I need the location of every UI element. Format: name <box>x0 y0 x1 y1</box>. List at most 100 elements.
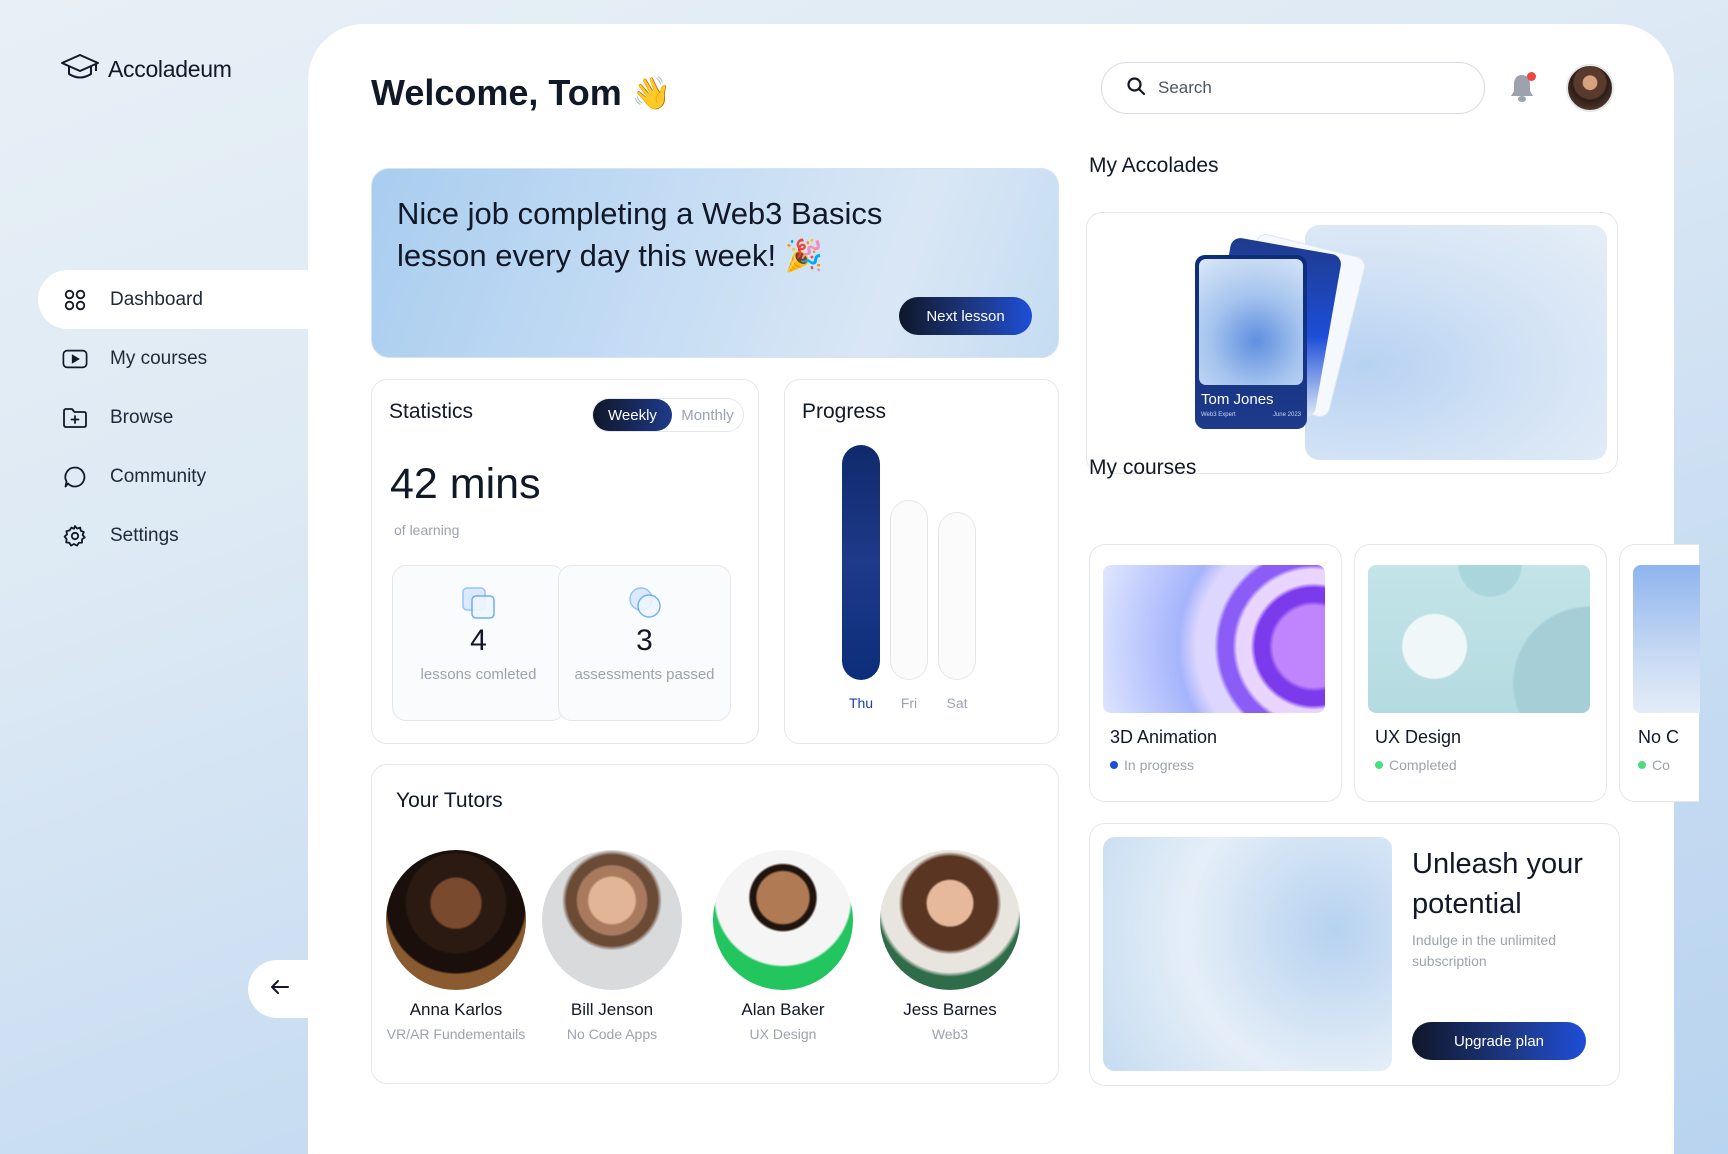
play-icon <box>62 346 88 372</box>
toggle-monthly[interactable]: Monthly <box>672 399 743 431</box>
tutors-title: Your Tutors <box>396 789 503 812</box>
course-status-text: Co <box>1652 757 1670 773</box>
user-avatar[interactable] <box>1566 64 1614 112</box>
statistics-card: Statistics Weekly Monthly 42 mins of lea… <box>371 379 759 744</box>
tutor-name: Anna Karlos <box>409 1000 503 1019</box>
lessons-completed-card: 4 lessons comleted <box>392 565 565 721</box>
collapse-sidebar-button[interactable] <box>248 960 312 1018</box>
accolade-card-role: Web3 Expert <box>1201 412 1236 418</box>
upgrade-plan-button[interactable]: Upgrade plan <box>1412 1022 1586 1060</box>
streak-banner: Nice job completing a Web3 Basics lesson… <box>371 168 1059 358</box>
status-dot <box>1110 761 1118 769</box>
tutor-photo <box>542 850 682 990</box>
learning-minutes: 42 mins <box>390 460 541 508</box>
sidebar-item-browse[interactable]: Browse <box>38 388 308 447</box>
progress-bar-fri <box>890 500 928 680</box>
tutor-bill-jenson[interactable]: Bill Jenson No Code Apps <box>532 850 692 1042</box>
course-card-3d-animation[interactable]: 3D Animation In progress <box>1089 544 1342 802</box>
assessments-passed-card: 3 assessments passed <box>558 565 731 721</box>
learning-minutes-label: of learning <box>394 522 460 538</box>
progress-day-label: Fri <box>900 695 918 711</box>
course-status-text: Completed <box>1389 757 1457 773</box>
chat-bubble-icon <box>62 464 88 490</box>
sidebar-item-label: Browse <box>110 406 174 428</box>
brand-name: Accoladeum <box>108 56 232 82</box>
progress-card: Progress Thu Fri Sat <box>784 379 1059 744</box>
statistics-title: Statistics <box>389 400 474 423</box>
welcome-text: Welcome, Tom <box>371 72 622 113</box>
course-status: Completed <box>1375 757 1457 773</box>
course-status: Co <box>1638 757 1670 773</box>
progress-day-label: Sat <box>946 695 968 711</box>
accolade-card-date: June 2023 <box>1272 412 1301 418</box>
course-status: In progress <box>1110 757 1194 773</box>
progress-bar-sat <box>938 512 976 680</box>
brand-logo[interactable]: Accoladeum <box>60 52 232 87</box>
course-thumbnail <box>1633 565 1700 713</box>
upgrade-card: Unleash your potential Indulge in the un… <box>1089 823 1620 1086</box>
accolade-card-name: Tom Jones <box>1201 391 1274 408</box>
course-card-no-code[interactable]: No C Co <box>1619 544 1700 802</box>
notification-badge <box>1527 72 1536 81</box>
course-thumbnail <box>1368 565 1590 713</box>
assessments-passed-label: assessments passed <box>574 666 715 683</box>
wave-emoji: 👋 <box>631 75 672 111</box>
sidebar-item-label: Settings <box>110 524 179 546</box>
course-name: No C <box>1638 727 1680 747</box>
progress-title: Progress <box>802 400 887 423</box>
tutor-subject: Web3 <box>931 1026 969 1042</box>
tutor-anna-karlos[interactable]: Anna Karlos VR/AR Fundementails <box>376 850 536 1042</box>
folder-plus-icon <box>62 405 88 431</box>
tutor-jess-barnes[interactable]: Jess Barnes Web3 <box>870 850 1030 1042</box>
course-name: UX Design <box>1375 727 1462 747</box>
tutor-photo <box>713 850 853 990</box>
sidebar: Accoladeum Dashboard My courses Browse C… <box>0 0 312 1154</box>
status-dot <box>1375 761 1383 769</box>
course-status-text: In progress <box>1124 757 1195 773</box>
banner-message: Nice job completing a Web3 Basics lesson… <box>397 193 957 277</box>
progress-day-label: Thu <box>848 695 874 711</box>
period-toggle: Weekly Monthly <box>592 398 744 432</box>
search-input[interactable] <box>1158 78 1458 98</box>
main-panel: Welcome, Tom 👋 Nice job completing a Web… <box>308 24 1700 1154</box>
notifications-button[interactable] <box>1508 72 1538 106</box>
tutor-name: Jess Barnes <box>903 1000 997 1019</box>
bell-icon <box>1508 75 1536 108</box>
toggle-weekly[interactable]: Weekly <box>593 399 672 431</box>
tutor-subject: VR/AR Fundementails <box>386 1026 526 1042</box>
sidebar-item-label: Dashboard <box>110 288 203 310</box>
arrow-left-icon <box>270 979 290 1000</box>
tutor-photo <box>880 850 1020 990</box>
grid-icon <box>62 287 88 313</box>
accolades-title: My Accolades <box>1089 154 1219 177</box>
tutor-name: Bill Jenson <box>570 1000 654 1019</box>
lessons-stack-icon <box>461 586 497 625</box>
page-title: Welcome, Tom 👋 <box>371 72 672 114</box>
graduation-cap-icon <box>60 52 100 87</box>
sidebar-item-label: Community <box>110 465 207 487</box>
assessments-circles-icon <box>627 586 663 625</box>
status-dot <box>1638 761 1646 769</box>
progress-bar-thu <box>842 445 880 680</box>
accolades-card[interactable]: Tom Jones Web3 Expert June 2023 <box>1086 212 1618 474</box>
tutor-subject: UX Design <box>749 1026 817 1042</box>
tutor-photo <box>386 850 526 990</box>
my-courses-title: My courses <box>1089 456 1197 479</box>
lessons-completed-label: lessons comleted <box>420 666 537 683</box>
upgrade-subtitle: Indulge in the unlimited subscription <box>1412 932 1556 969</box>
next-lesson-button[interactable]: Next lesson <box>899 297 1032 335</box>
sidebar-item-community[interactable]: Community <box>38 447 308 506</box>
sidebar-nav: Dashboard My courses Browse Community Se… <box>38 270 308 565</box>
sidebar-item-settings[interactable]: Settings <box>38 506 308 565</box>
course-thumbnail <box>1103 565 1325 713</box>
search-icon <box>1126 76 1146 101</box>
course-card-ux-design[interactable]: UX Design Completed <box>1354 544 1607 802</box>
upgrade-title: Unleash your potential <box>1412 848 1583 920</box>
accolade-card-front: Tom Jones Web3 Expert June 2023 <box>1195 255 1307 429</box>
tutor-alan-baker[interactable]: Alan Baker UX Design <box>703 850 863 1042</box>
sidebar-item-my-courses[interactable]: My courses <box>38 329 308 388</box>
search-box[interactable] <box>1101 62 1485 114</box>
lessons-completed-value: 4 <box>470 624 487 657</box>
accolade-card-art <box>1199 259 1303 385</box>
sidebar-item-dashboard[interactable]: Dashboard <box>38 270 308 329</box>
